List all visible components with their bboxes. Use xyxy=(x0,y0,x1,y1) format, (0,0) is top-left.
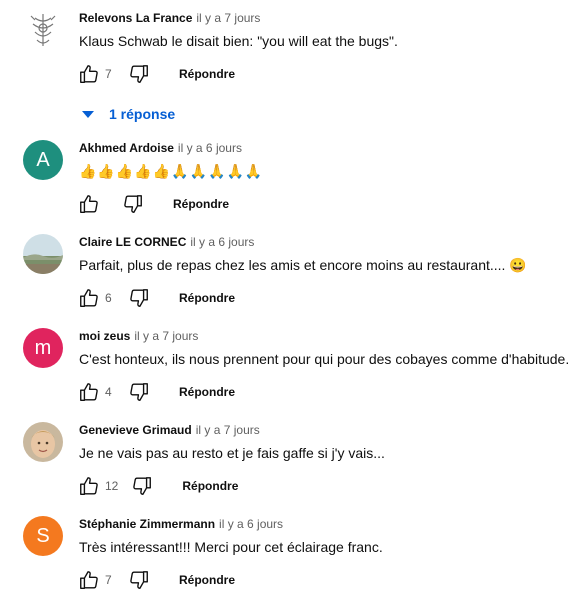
dislike-button[interactable] xyxy=(130,474,154,498)
avatar[interactable] xyxy=(23,10,63,50)
avatar[interactable] xyxy=(23,422,63,462)
comment-text: Très intéressant!!! Merci pour cet éclai… xyxy=(79,539,383,555)
comment-actions: 12 Répondre xyxy=(77,474,238,498)
comment-actions: 6 Répondre xyxy=(77,286,235,310)
reply-button[interactable]: Répondre xyxy=(179,291,235,305)
comment-header: Akhmed Ardoise il y a 6 jours xyxy=(79,141,242,155)
dislike-button[interactable] xyxy=(127,286,151,310)
comment-header: moi zeus il y a 7 jours xyxy=(79,329,198,343)
thumbs-down-icon xyxy=(130,383,148,401)
comment-text: C'est honteux, ils nous prennent pour qu… xyxy=(79,351,570,367)
dislike-button[interactable] xyxy=(121,192,145,216)
dislike-button[interactable] xyxy=(127,380,151,404)
comment-text: Je ne vais pas au resto et je fais gaffe… xyxy=(79,445,385,461)
landscape-photo-icon xyxy=(23,234,63,274)
avatar-letter: m xyxy=(34,336,52,359)
thumbs-up-icon xyxy=(80,477,98,495)
like-button[interactable] xyxy=(77,474,101,498)
timestamp[interactable]: il y a 6 jours xyxy=(178,141,242,155)
comment-text-content: 👍👍👍👍👍🙏🙏🙏🙏🙏 xyxy=(79,163,264,179)
like-button[interactable] xyxy=(77,568,101,592)
comment-actions: 7 Répondre xyxy=(77,568,235,592)
thumbs-up-icon xyxy=(80,383,98,401)
like-count: 7 xyxy=(105,573,112,587)
author-name[interactable]: Relevons La France xyxy=(79,11,192,25)
timestamp[interactable]: il y a 7 jours xyxy=(134,329,198,343)
avatar[interactable]: m xyxy=(23,328,63,368)
comment-actions: Répondre xyxy=(77,192,229,216)
comment-text: Parfait, plus de repas chez les amis et … xyxy=(79,257,527,273)
comment-header: Genevieve Grimaud il y a 7 jours xyxy=(79,423,260,437)
thumbs-up-icon xyxy=(80,65,98,83)
comment-header: Relevons La France il y a 7 jours xyxy=(79,11,260,25)
reply-button[interactable]: Répondre xyxy=(179,573,235,587)
reply-button[interactable]: Répondre xyxy=(179,385,235,399)
avatar[interactable] xyxy=(23,234,63,274)
like-count: 6 xyxy=(105,291,112,305)
comment-text: 👍👍👍👍👍🙏🙏🙏🙏🙏 xyxy=(79,163,263,180)
comment-actions: 7 Répondre xyxy=(77,62,235,86)
like-button[interactable] xyxy=(77,380,101,404)
avatar-letter: A xyxy=(36,148,50,171)
like-count: 4 xyxy=(105,385,112,399)
timestamp[interactable]: il y a 7 jours xyxy=(196,11,260,25)
like-count: 7 xyxy=(105,67,112,81)
like-button[interactable] xyxy=(77,62,101,86)
avatar[interactable]: A xyxy=(23,140,63,180)
thumbs-down-icon xyxy=(130,65,148,83)
dislike-button[interactable] xyxy=(127,62,151,86)
thumbs-up-icon xyxy=(80,195,98,213)
crest-icon xyxy=(30,14,56,46)
author-name[interactable]: moi zeus xyxy=(79,329,130,343)
comment-header: Claire LE CORNEC il y a 6 jours xyxy=(79,235,254,249)
like-button[interactable] xyxy=(77,286,101,310)
timestamp[interactable]: il y a 7 jours xyxy=(196,423,260,437)
avatar[interactable]: S xyxy=(23,516,63,556)
author-name[interactable]: Akhmed Ardoise xyxy=(79,141,174,155)
author-name[interactable]: Claire LE CORNEC xyxy=(79,235,186,249)
reply-button[interactable]: Répondre xyxy=(179,67,235,81)
thumbs-up-icon xyxy=(80,571,98,589)
like-button[interactable] xyxy=(77,192,101,216)
thumbs-up-icon xyxy=(80,289,98,307)
child-photo-icon xyxy=(23,422,63,462)
timestamp[interactable]: il y a 6 jours xyxy=(190,235,254,249)
dislike-button[interactable] xyxy=(127,568,151,592)
thumbs-down-icon xyxy=(124,195,142,213)
comment-text: Klaus Schwab le disait bien: "you will e… xyxy=(79,33,398,49)
reply-button[interactable]: Répondre xyxy=(173,197,229,211)
author-name[interactable]: Genevieve Grimaud xyxy=(79,423,192,437)
reply-button[interactable]: Répondre xyxy=(182,479,238,493)
author-name[interactable]: Stéphanie Zimmermann xyxy=(79,517,215,531)
comment-actions: 4 Répondre xyxy=(77,380,235,404)
view-replies-button[interactable]: 1 réponse xyxy=(82,106,175,122)
avatar-letter: S xyxy=(36,524,50,547)
timestamp[interactable]: il y a 6 jours xyxy=(219,517,283,531)
thumbs-down-icon xyxy=(130,571,148,589)
thumbs-down-icon xyxy=(133,477,152,495)
like-count: 12 xyxy=(105,479,119,493)
thumbs-down-icon xyxy=(130,289,148,307)
replies-label: 1 réponse xyxy=(109,106,176,122)
caret-down-icon xyxy=(82,110,94,118)
comment-header: Stéphanie Zimmermann il y a 6 jours xyxy=(79,517,283,531)
